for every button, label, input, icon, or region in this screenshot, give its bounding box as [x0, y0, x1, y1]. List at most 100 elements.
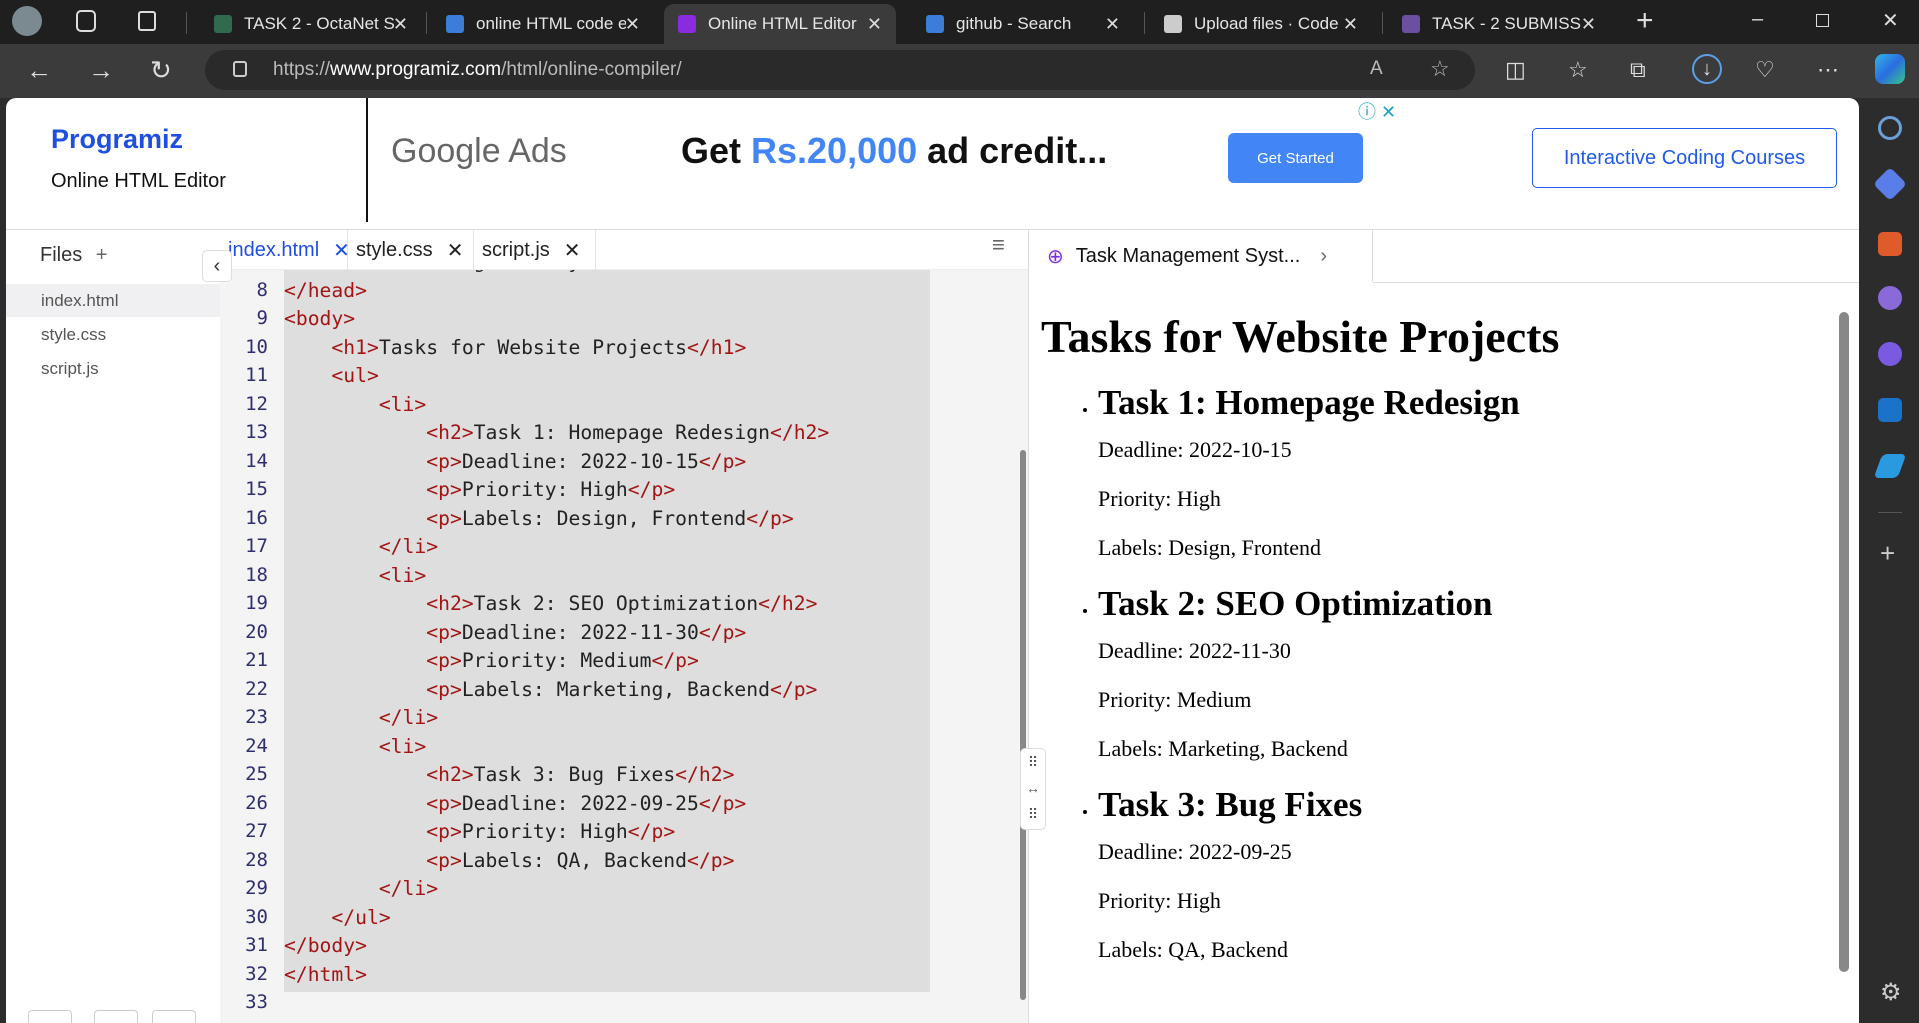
- lock-icon[interactable]: [233, 61, 247, 77]
- collapse-sidebar-button[interactable]: ‹: [202, 250, 232, 282]
- outlook-icon[interactable]: [1878, 398, 1902, 422]
- new-tab-button[interactable]: +: [1636, 4, 1654, 38]
- line-number: 11: [245, 364, 268, 386]
- code-line[interactable]: </li>: [284, 877, 438, 900]
- code-line[interactable]: <li>: [284, 564, 426, 587]
- read-aloud-icon[interactable]: A: [1370, 58, 1383, 80]
- code-line[interactable]: <h2>Task 1: Homepage Redesign</h2>: [284, 421, 829, 444]
- settings-gear-icon[interactable]: ⚙: [1880, 978, 1902, 1007]
- close-tab-icon[interactable]: ✕: [564, 238, 581, 263]
- code-line[interactable]: </li>: [284, 535, 438, 558]
- code-line[interactable]: </body>: [284, 934, 367, 957]
- code-line[interactable]: <body>: [284, 307, 355, 330]
- code-line[interactable]: <li>: [284, 393, 426, 416]
- games-icon[interactable]: [1878, 286, 1902, 310]
- code-line[interactable]: <h2>Task 3: Bug Fixes</h2>: [284, 763, 734, 786]
- code-line[interactable]: </html>: [284, 963, 367, 986]
- code-line[interactable]: </li>: [284, 706, 438, 729]
- code-line[interactable]: <li>: [284, 735, 426, 758]
- format-menu-icon[interactable]: ≡: [992, 232, 1005, 258]
- downloads-icon[interactable]: ↓: [1692, 54, 1722, 84]
- chevron-right-icon[interactable]: ›: [1320, 245, 1327, 268]
- fullscreen-button[interactable]: [94, 1010, 138, 1023]
- close-tab-icon[interactable]: ✕: [393, 14, 408, 35]
- shopping-tag-icon[interactable]: [1873, 167, 1907, 201]
- copilot-icon[interactable]: [1875, 54, 1905, 84]
- tools-icon[interactable]: [1878, 232, 1902, 256]
- add-file-icon[interactable]: +: [96, 244, 108, 266]
- ad-headline[interactable]: Get Rs.20,000 ad credit...: [681, 130, 1107, 172]
- code-line[interactable]: <p>Priority: High</p>: [284, 478, 675, 501]
- back-icon[interactable]: ←: [26, 54, 52, 86]
- add-sidebar-app-icon[interactable]: +: [1880, 538, 1895, 569]
- close-tab-icon[interactable]: ✕: [447, 238, 464, 263]
- code-editor[interactable]: 7<title>Task Management System</title>8<…: [220, 270, 1028, 1023]
- browser-essentials-icon[interactable]: ♡: [1755, 54, 1775, 86]
- browser-tab[interactable]: TASK - 2 SUBMISSIO✕: [1388, 4, 1610, 44]
- url-input[interactable]: https://www.programiz.com/html/online-co…: [205, 50, 1475, 90]
- editor-tab[interactable]: style.css ✕: [348, 230, 474, 270]
- close-tab-icon[interactable]: ✕: [1105, 14, 1120, 35]
- editor-tab[interactable]: script.js ✕: [474, 230, 596, 270]
- workspaces-icon[interactable]: [76, 10, 96, 32]
- editor-scrollbar[interactable]: [1018, 270, 1028, 1023]
- programiz-logo[interactable]: Programiz: [51, 124, 183, 155]
- code-line[interactable]: <p>Deadline: 2022-10-15</p>: [284, 450, 746, 473]
- forward-icon[interactable]: →: [88, 54, 114, 86]
- code-line[interactable]: <p>Priority: Medium</p>: [284, 649, 699, 672]
- pane-resize-handle[interactable]: ⠿ ↔ ⠿: [1020, 748, 1046, 830]
- code-line[interactable]: <p>Labels: QA, Backend</p>: [284, 849, 734, 872]
- refresh-icon[interactable]: ↻: [150, 54, 172, 86]
- files-footer-button[interactable]: [28, 1010, 72, 1023]
- favorite-star-icon[interactable]: ☆: [1430, 56, 1450, 82]
- search-icon[interactable]: [1878, 116, 1902, 140]
- editor-scroll-thumb[interactable]: [1020, 450, 1026, 1000]
- interactive-courses-button[interactable]: Interactive Coding Courses: [1532, 128, 1837, 188]
- line-number: 15: [245, 478, 268, 500]
- close-tab-icon[interactable]: ✕: [867, 14, 882, 35]
- file-item[interactable]: index.html: [6, 284, 220, 317]
- favorites-icon[interactable]: ☆: [1568, 54, 1588, 86]
- code-line[interactable]: <p>Deadline: 2022-11-30</p>: [284, 621, 746, 644]
- google-ads-logo[interactable]: Google Ads: [391, 132, 567, 171]
- file-item[interactable]: style.css: [6, 318, 220, 351]
- close-tab-icon[interactable]: ✕: [1581, 14, 1596, 35]
- preview-tab[interactable]: ⊕ Task Management Syst... ›: [1029, 230, 1373, 282]
- tab-actions-icon[interactable]: [138, 11, 156, 31]
- files-footer-button[interactable]: [152, 1010, 196, 1023]
- minimize-button[interactable]: –: [1752, 8, 1763, 31]
- code-line[interactable]: <p>Deadline: 2022-09-25</p>: [284, 792, 746, 815]
- collections-icon[interactable]: ⧉: [1630, 54, 1646, 86]
- drop-icon[interactable]: [1873, 454, 1907, 478]
- ad-info-close-icon[interactable]: ⓘ ✕: [1358, 98, 1396, 124]
- preview-scrollbar[interactable]: [1837, 290, 1851, 1023]
- code-line[interactable]: <p>Labels: Design, Frontend</p>: [284, 507, 793, 530]
- split-screen-icon[interactable]: ◫: [1505, 54, 1526, 86]
- browser-tab[interactable]: Online HTML Editor ✕: [664, 4, 896, 44]
- code-line[interactable]: <ul>: [284, 364, 378, 387]
- close-window-button[interactable]: ✕: [1882, 8, 1899, 33]
- browser-tab[interactable]: Upload files · Code ✕: [1150, 4, 1372, 44]
- code-line[interactable]: <h1>Tasks for Website Projects</h1>: [284, 336, 746, 359]
- code-line[interactable]: <p>Labels: Marketing, Backend</p>: [284, 678, 817, 701]
- code-line[interactable]: <title>Task Management System</title>: [284, 270, 723, 273]
- browser-tab[interactable]: online HTML code e ✕: [432, 4, 654, 44]
- editor-tab[interactable]: index.html ✕: [220, 230, 350, 270]
- preview-scroll-thumb[interactable]: [1839, 312, 1849, 972]
- maximize-button[interactable]: [1816, 14, 1829, 27]
- close-tab-icon[interactable]: ✕: [625, 14, 640, 35]
- browser-tab[interactable]: github - Search ✕: [912, 4, 1134, 44]
- file-item[interactable]: script.js: [6, 352, 220, 385]
- browser-tab[interactable]: TASK 2 - OctaNet Se ✕: [200, 4, 422, 44]
- ad-get-started-button[interactable]: Get Started: [1228, 133, 1363, 183]
- code-line[interactable]: </ul>: [284, 906, 390, 929]
- more-menu-icon[interactable]: ⋯: [1817, 54, 1839, 86]
- code-line[interactable]: </head>: [284, 279, 367, 302]
- browser-tab-label: online HTML code e: [476, 14, 626, 33]
- close-tab-icon[interactable]: ✕: [1343, 14, 1358, 35]
- microsoft365-icon[interactable]: [1878, 342, 1902, 366]
- code-line[interactable]: <p>Priority: High</p>: [284, 820, 675, 843]
- code-line[interactable]: <h2>Task 2: SEO Optimization</h2>: [284, 592, 817, 615]
- profile-avatar[interactable]: [12, 6, 42, 36]
